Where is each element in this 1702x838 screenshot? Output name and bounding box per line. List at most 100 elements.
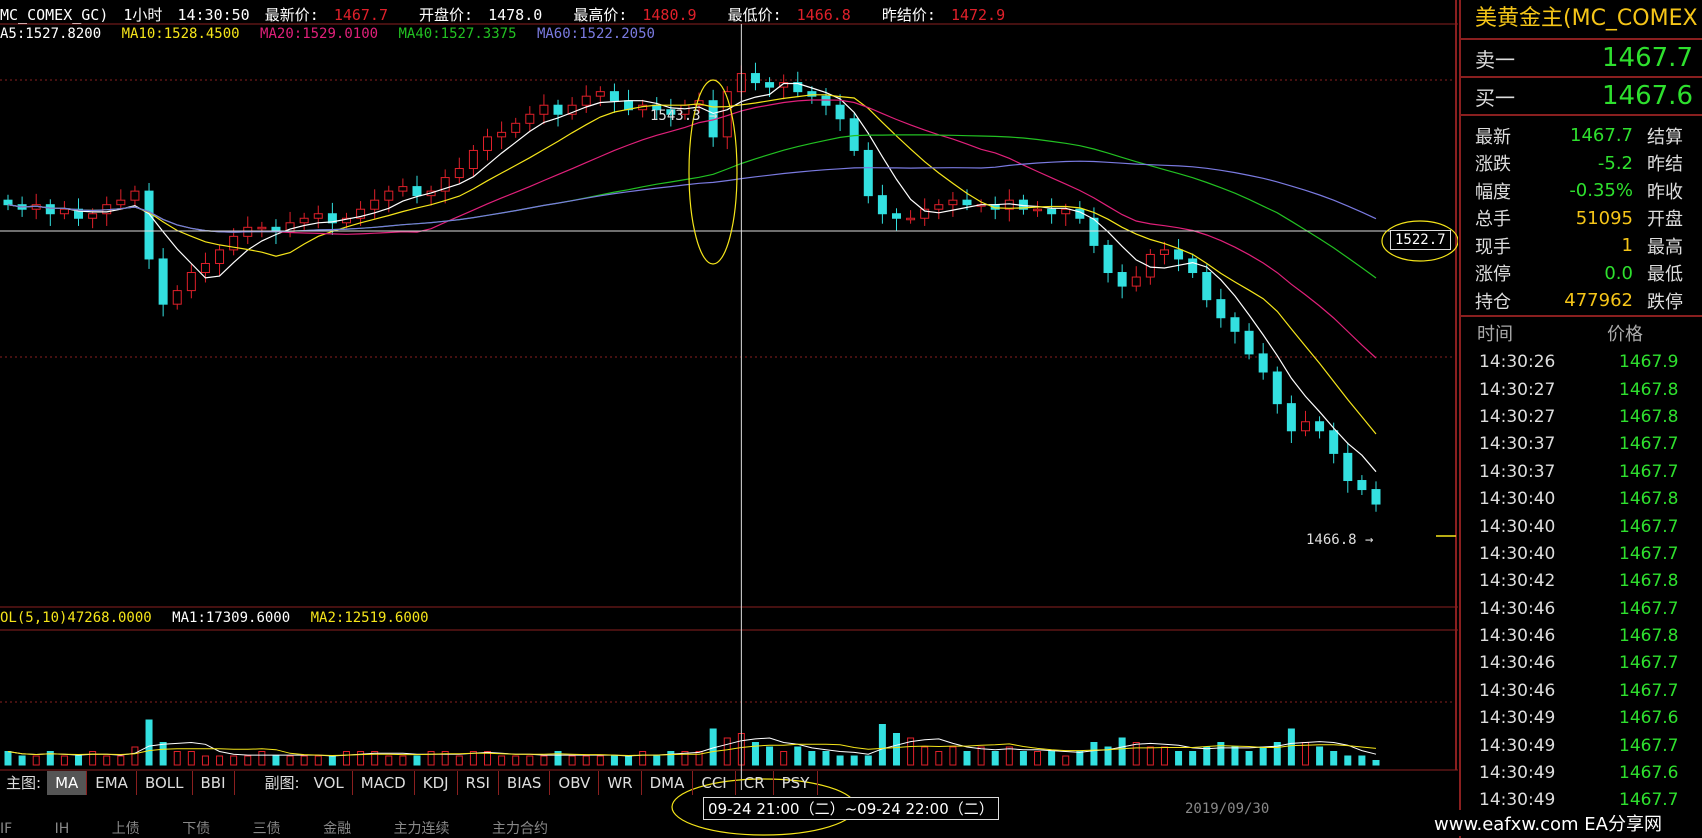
volume-bar — [1301, 742, 1309, 766]
volume-bar — [892, 733, 900, 766]
volume-bar — [498, 755, 506, 766]
tab-ma[interactable]: MA — [47, 771, 88, 795]
quote-value: 477962 — [1564, 290, 1633, 312]
indicator-tabbar: 主图: MA EMA BOLL BBI 副图: VOL MACD KDJ RSI… — [0, 771, 905, 795]
candle-body — [88, 213, 98, 219]
tab-macd[interactable]: MACD — [353, 771, 415, 795]
market-tab-xiazhai[interactable]: 下债 — [182, 821, 210, 837]
tick-list[interactable]: 14:30:26 1467.9 14:30:27 1467.8 14:30:27 1467… — [1461, 349, 1702, 815]
sub-chart-label: 副图: — [264, 774, 300, 792]
tab-bbi[interactable]: BBI — [193, 771, 235, 795]
candle-body — [891, 213, 901, 219]
quote-key: 最新 — [1475, 126, 1511, 148]
market-tab-main-contract[interactable]: 主力合约 — [492, 821, 548, 837]
tick-row: 14:30:46 1467.7 — [1461, 650, 1702, 677]
vol-ma1-value: MA1:17309.6000 — [172, 610, 291, 626]
volume-bar — [286, 755, 294, 766]
candle-body — [765, 82, 775, 88]
volume-bar — [780, 751, 788, 766]
tick-time: 14:30:37 — [1479, 461, 1556, 482]
tick-price: 1467.7 — [1619, 434, 1679, 455]
volume-bar — [145, 719, 153, 766]
candle-body — [1244, 330, 1254, 355]
tick-price: 1467.7 — [1619, 461, 1679, 482]
tick-price: 1467.6 — [1619, 708, 1679, 729]
volume-bar — [526, 755, 534, 766]
tick-price: 1467.8 — [1619, 626, 1679, 647]
candle-body — [412, 186, 422, 197]
volume-bar — [131, 746, 139, 766]
quote-key-2: 结算 — [1647, 126, 1683, 148]
candle-body — [483, 136, 493, 151]
kline-chart-svg[interactable] — [0, 0, 1458, 838]
volume-bar — [1118, 737, 1126, 766]
tick-price: 1467.7 — [1619, 680, 1679, 701]
tab-vol[interactable]: VOL — [306, 771, 353, 795]
volume-bar — [60, 755, 68, 766]
volume-bar — [399, 755, 407, 766]
tick-time: 14:30:49 — [1479, 708, 1556, 729]
volume-bar — [836, 755, 844, 766]
market-tab-sanzhai[interactable]: 三债 — [253, 821, 281, 837]
tab-bias[interactable]: BIAS — [499, 771, 551, 795]
prev-settle-label: 昨结价: — [881, 6, 936, 24]
tick-row: 14:30:37 1467.7 — [1461, 458, 1702, 485]
period-label: 1小时 — [123, 6, 163, 24]
volume-bar — [32, 755, 40, 766]
volume-bar — [625, 755, 633, 766]
volume-bar — [864, 755, 872, 766]
tab-cr[interactable]: CR — [736, 771, 774, 795]
market-tab-ih[interactable]: IH — [55, 821, 70, 837]
volume-bar — [1358, 755, 1366, 766]
buy-one-label: 买一 — [1475, 85, 1515, 110]
market-tab-jinrong[interactable]: 金融 — [323, 821, 351, 837]
high-marker-value: 1543.3 — [650, 108, 701, 124]
ma40-value: MA40:1527.3375 — [398, 26, 517, 42]
candle-body — [172, 290, 182, 305]
candle-body — [1117, 272, 1127, 287]
tab-wr[interactable]: WR — [599, 771, 642, 795]
ma-line-ma20 — [7, 99, 1377, 359]
tab-cci[interactable]: CCI — [693, 771, 736, 795]
tab-ema[interactable]: EMA — [87, 771, 137, 795]
quote-key: 涨跌 — [1475, 154, 1511, 176]
candle-body — [144, 190, 154, 260]
low-price-label: 最低价: — [727, 6, 782, 24]
volume-bar — [455, 755, 463, 766]
tab-rsi[interactable]: RSI — [458, 771, 499, 795]
kline-chart-area[interactable]: MC_COMEX_GC) 1小时 14:30:50 最新价: 1467.7 开盘… — [0, 0, 1458, 838]
market-tab-if[interactable]: IF — [0, 821, 12, 837]
tab-obv[interactable]: OBV — [550, 771, 600, 795]
market-tab-main-continuous[interactable]: 主力连续 — [394, 821, 450, 837]
volume-bar — [258, 751, 266, 766]
volume-bar — [342, 751, 350, 766]
candle-body — [398, 186, 408, 192]
crosshair-time-range: 09-24 21:00（二）~09-24 22:00（二） — [703, 797, 999, 820]
tab-boll[interactable]: BOLL — [137, 771, 193, 795]
volume-bar — [1245, 751, 1253, 766]
tab-dma[interactable]: DMA — [642, 771, 694, 795]
volume-bar — [357, 751, 365, 766]
volume-bar — [75, 755, 83, 766]
volume-bar — [878, 724, 886, 766]
vol-value: OL(5,10)47268.0000 — [0, 610, 152, 626]
tick-price: 1467.8 — [1619, 571, 1679, 592]
candle-body — [511, 122, 521, 133]
volume-bar — [949, 746, 957, 766]
tick-price: 1467.7 — [1619, 790, 1679, 811]
ma-line-ma5 — [7, 82, 1377, 473]
tab-psy[interactable]: PSY — [774, 771, 819, 795]
market-tab-shangzhai[interactable]: 上债 — [112, 821, 140, 837]
quote-value: -5.2 — [1597, 152, 1633, 174]
candle-body — [370, 199, 380, 210]
ma-legend: A5:1527.8200 MA10:1528.4500 MA20:1529.01… — [0, 26, 667, 42]
tab-kdj[interactable]: KDJ — [415, 771, 458, 795]
tick-row: 14:30:46 1467.7 — [1461, 677, 1702, 704]
volume-ma-line-2 — [7, 743, 1377, 757]
tick-time: 14:30:26 — [1479, 352, 1556, 373]
tick-row: 14:30:42 1467.8 — [1461, 568, 1702, 595]
volume-bar — [230, 755, 238, 766]
volume-bar — [385, 755, 393, 766]
ma10-value: MA10:1528.4500 — [121, 26, 240, 42]
volume-bar — [216, 755, 224, 766]
